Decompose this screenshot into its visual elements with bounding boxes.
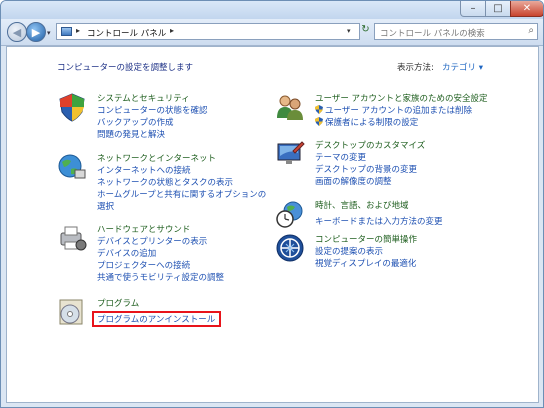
category-title[interactable]: ハードウェアとサウンド <box>97 223 190 235</box>
breadcrumb-trail-icon[interactable]: ▸ <box>170 26 174 35</box>
uac-shield-icon <box>315 105 323 114</box>
link-create-backup[interactable]: バックアップの作成 <box>97 116 174 128</box>
breadcrumb-control-panel[interactable]: コントロール パネル <box>87 27 166 39</box>
category-title[interactable]: デスクトップのカスタマイズ <box>315 139 425 151</box>
link-check-status[interactable]: コンピューターの状態を確認 <box>97 104 208 116</box>
navigation-bar: ◀ ▶ ▾ ▸ コントロール パネル ▸ ▾ ↻ コントロール パネルの検索 ⌕ <box>1 19 543 46</box>
link-add-device[interactable]: デバイスの追加 <box>97 247 156 259</box>
uac-shield-icon <box>315 117 323 126</box>
link-suggested-settings[interactable]: 設定の提案の表示 <box>315 245 383 257</box>
link-add-remove-users[interactable]: ユーザー アカウントの追加または削除 <box>315 104 472 116</box>
link-change-theme[interactable]: テーマの変更 <box>315 151 366 163</box>
content-pane: コンピューターの設定を調整します 表示方法: カテゴリ ▾ システムとセキュリテ… <box>6 46 539 403</box>
maximize-button[interactable]: □ <box>485 1 511 17</box>
ease-of-access-icon[interactable] <box>275 233 305 263</box>
link-label: 保護者による制限の設定 <box>325 118 419 128</box>
network-globe-icon[interactable] <box>57 152 87 182</box>
back-button[interactable]: ◀ <box>7 22 27 42</box>
category-title[interactable]: システムとセキュリティ <box>97 92 190 104</box>
breadcrumb-separator-icon[interactable]: ▸ <box>76 26 80 35</box>
category-title[interactable]: ユーザー アカウントと家族のための安全設定 <box>315 92 488 104</box>
link-optimize-display[interactable]: 視覚ディスプレイの最適化 <box>315 257 416 269</box>
programs-disc-icon[interactable] <box>57 297 87 327</box>
link-connect-projector[interactable]: プロジェクターへの接続 <box>97 259 190 271</box>
link-devices-printers[interactable]: デバイスとプリンターの表示 <box>97 235 207 247</box>
link-label: ユーザー アカウントの追加または削除 <box>325 106 473 116</box>
category-title[interactable]: ネットワークとインターネット <box>97 152 216 164</box>
category-title[interactable]: 時計、言語、および地域 <box>315 199 409 211</box>
category-title[interactable]: コンピューターの簡単操作 <box>315 233 417 245</box>
view-by-label: 表示方法: <box>397 63 434 73</box>
highlight-box <box>92 311 221 327</box>
page-title: コンピューターの設定を調整します <box>57 63 194 73</box>
refresh-button[interactable]: ↻ <box>358 24 373 39</box>
minimize-button[interactable]: – <box>460 1 486 17</box>
link-troubleshoot[interactable]: 問題の発見と解決 <box>97 128 165 140</box>
link-change-background[interactable]: デスクトップの背景の変更 <box>315 163 417 175</box>
view-by-dropdown[interactable]: カテゴリ ▾ <box>442 61 483 73</box>
clock-globe-icon[interactable] <box>275 199 305 229</box>
address-bar[interactable]: ▸ コントロール パネル ▸ ▾ <box>56 23 360 40</box>
search-placeholder: コントロール パネルの検索 <box>380 29 485 39</box>
printer-icon[interactable] <box>57 223 87 253</box>
close-button[interactable]: ✕ <box>510 1 543 17</box>
link-homegroup-options-cont[interactable]: 選択 <box>97 200 114 212</box>
link-homegroup-options[interactable]: ホームグループと共有に関するオプションの <box>97 188 266 200</box>
control-panel-icon <box>61 27 72 36</box>
link-mobility-settings[interactable]: 共通で使うモビリティ設定の調整 <box>97 271 224 283</box>
link-parental-controls[interactable]: 保護者による制限の設定 <box>315 116 418 128</box>
desktop-paint-icon[interactable] <box>275 139 305 169</box>
link-adjust-resolution[interactable]: 画面の解像度の調整 <box>315 175 392 187</box>
users-icon[interactable] <box>275 92 305 122</box>
link-change-keyboard[interactable]: キーボードまたは入力方法の変更 <box>315 215 443 227</box>
address-dropdown-icon[interactable]: ▾ <box>347 27 351 35</box>
control-panel-window: – □ ✕ ◀ ▶ ▾ ▸ コントロール パネル ▸ ▾ ↻ コントロール パネ… <box>0 0 544 408</box>
shield-icon[interactable] <box>57 92 87 122</box>
link-network-status[interactable]: ネットワークの状態とタスクの表示 <box>97 176 233 188</box>
category-title[interactable]: プログラム <box>97 297 139 309</box>
title-bar: – □ ✕ <box>1 1 543 19</box>
recent-pages-dropdown-icon[interactable]: ▾ <box>47 29 51 37</box>
forward-button[interactable]: ▶ <box>26 22 46 42</box>
search-icon[interactable]: ⌕ <box>528 25 534 36</box>
link-connect-internet[interactable]: インターネットへの接続 <box>97 164 191 176</box>
search-box[interactable]: コントロール パネルの検索 ⌕ <box>374 23 538 40</box>
